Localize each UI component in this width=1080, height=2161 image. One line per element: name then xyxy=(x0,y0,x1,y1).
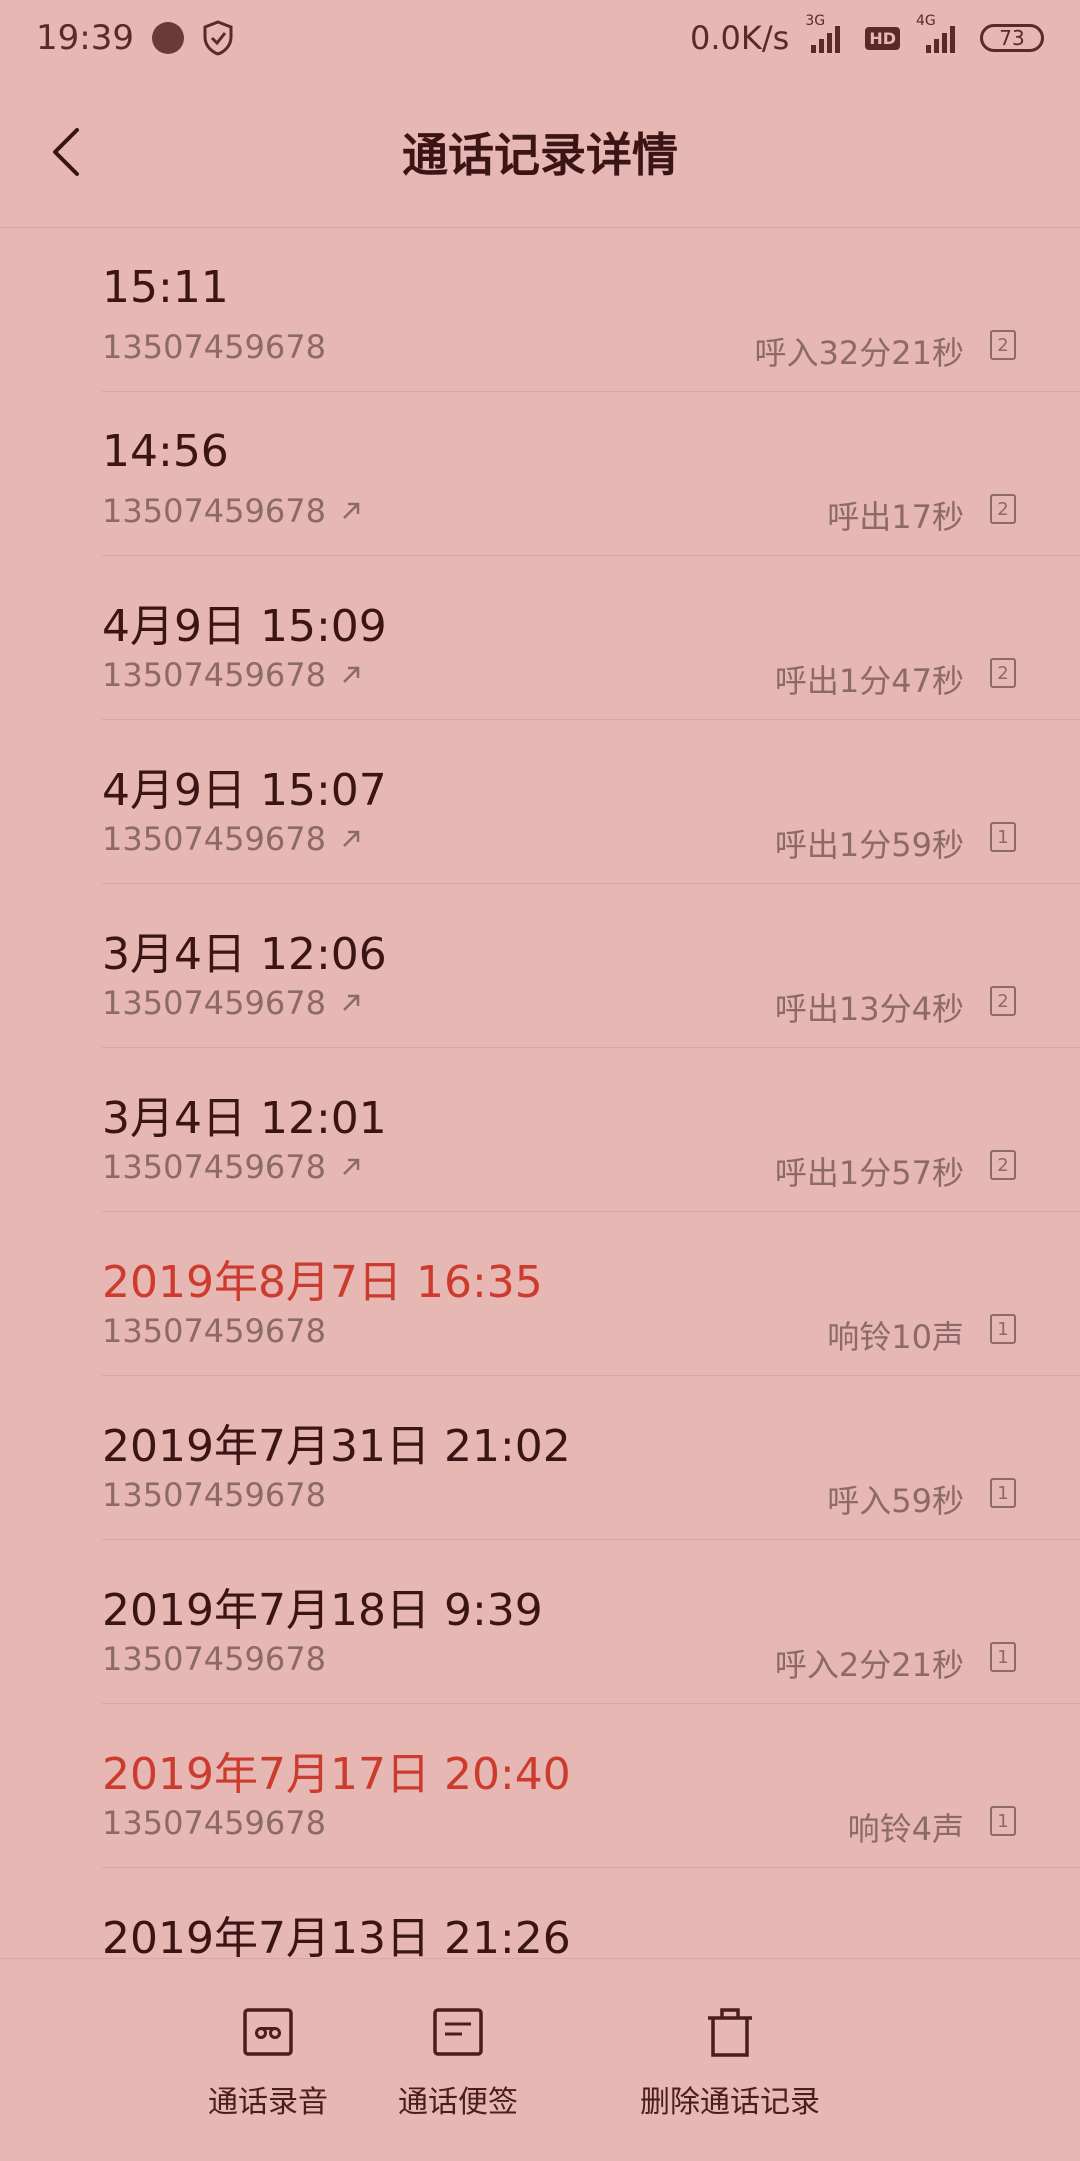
status-bar: 19:39 0.0K/s 3G HD 4G 73 xyxy=(0,0,1080,76)
battery-indicator: 73 xyxy=(980,24,1044,52)
outgoing-arrow-icon xyxy=(340,820,362,858)
phone-number: 13507459678 xyxy=(102,1148,326,1186)
call-detail: 呼入32分21秒 xyxy=(754,334,964,372)
phone-number: 13507459678 xyxy=(102,1476,326,1514)
hd-badge: HD xyxy=(865,26,900,50)
net-type-label: 4G xyxy=(916,13,936,29)
status-time: 19:39 xyxy=(36,18,134,58)
sim-card-icon: 2 xyxy=(990,1150,1016,1180)
call-datetime: 2019年7月17日 20:40 xyxy=(102,1749,571,1800)
call-datetime: 14:56 xyxy=(102,426,229,477)
call-detail: 呼入2分21秒 xyxy=(774,1646,964,1684)
call-log-row[interactable]: 2019年7月13日 21:26 xyxy=(102,1868,1080,1958)
sim-card-icon: 1 xyxy=(990,822,1016,852)
sim-card-icon: 1 xyxy=(990,1642,1016,1672)
call-log-row[interactable]: 14:56 13507459678 呼出17秒 2 xyxy=(102,392,1080,556)
bottom-action-bar: 通话录音 通话便签 删除通话记录 xyxy=(0,1958,1080,2160)
call-log-row[interactable]: 3月4日 12:06 13507459678 呼出13分4秒 2 xyxy=(102,884,1080,1048)
status-left: 19:39 xyxy=(36,18,234,58)
call-datetime: 3月4日 12:06 xyxy=(102,929,387,980)
call-log-row[interactable]: 2019年7月18日 9:39 13507459678 呼入2分21秒 1 xyxy=(102,1540,1080,1704)
call-detail: 呼出1分59秒 xyxy=(774,826,964,864)
call-datetime: 3月4日 12:01 xyxy=(102,1093,387,1144)
sim-card-icon: 1 xyxy=(990,1478,1016,1508)
signal-4g-icon: 4G xyxy=(916,13,962,53)
call-number-wrap: 13507459678 xyxy=(102,820,362,858)
call-log-list: 15:11 13507459678 呼入32分21秒 2 14:56 1350745967… xyxy=(0,228,1080,1958)
action-label: 删除通话记录 xyxy=(640,2085,820,2120)
call-number-wrap: 13507459678 xyxy=(102,1148,362,1186)
phone-number: 13507459678 xyxy=(102,656,326,694)
phone-number: 13507459678 xyxy=(102,1312,326,1350)
sim-card-icon: 2 xyxy=(990,494,1016,524)
trash-icon xyxy=(704,2005,756,2059)
call-number-wrap: 13507459678 xyxy=(102,1476,326,1514)
sim-card-icon: 2 xyxy=(990,986,1016,1016)
sim-card-icon: 1 xyxy=(990,1314,1016,1344)
shield-icon xyxy=(202,20,234,56)
sim-card-icon: 2 xyxy=(990,658,1016,688)
call-number-wrap: 13507459678 xyxy=(102,328,326,366)
phone-number: 13507459678 xyxy=(102,328,326,366)
call-datetime: 2019年7月31日 21:02 xyxy=(102,1421,571,1472)
net-type-label: 3G xyxy=(805,13,826,29)
call-datetime: 2019年7月18日 9:39 xyxy=(102,1585,543,1636)
outgoing-arrow-icon xyxy=(340,1148,362,1186)
phone-number: 13507459678 xyxy=(102,1804,326,1842)
header: 通话记录详情 xyxy=(0,76,1080,228)
call-number-wrap: 13507459678 xyxy=(102,492,362,530)
call-number-wrap: 13507459678 xyxy=(102,1312,326,1350)
call-datetime: 2019年8月7日 16:35 xyxy=(102,1257,543,1308)
recording-icon xyxy=(242,2005,294,2059)
call-note-button[interactable]: 通话便签 xyxy=(378,1959,538,2161)
signal-3g-icon: 3G xyxy=(805,13,847,53)
call-log-row[interactable]: 4月9日 15:09 13507459678 呼出1分47秒 2 xyxy=(102,556,1080,720)
app-notification-icon xyxy=(151,22,184,54)
call-detail: 响铃10声 xyxy=(827,1318,964,1356)
call-detail: 响铃4声 xyxy=(847,1810,964,1848)
call-detail: 呼出13分4秒 xyxy=(774,990,964,1028)
call-log-row[interactable]: 2019年7月31日 21:02 13507459678 呼入59秒 1 xyxy=(102,1376,1080,1540)
phone-number: 13507459678 xyxy=(102,984,326,1022)
action-label: 通话录音 xyxy=(208,2085,328,2120)
call-log-row[interactable]: 3月4日 12:01 13507459678 呼出1分57秒 2 xyxy=(102,1048,1080,1212)
note-icon xyxy=(432,2005,484,2059)
call-detail: 呼出1分57秒 xyxy=(774,1154,964,1192)
outgoing-arrow-icon xyxy=(340,656,362,694)
sim-card-icon: 1 xyxy=(990,1806,1016,1836)
sim-card-icon: 2 xyxy=(990,330,1016,360)
call-number-wrap: 13507459678 xyxy=(102,1640,326,1678)
call-log-row[interactable]: 15:11 13507459678 呼入32分21秒 2 xyxy=(102,228,1080,392)
call-datetime: 4月9日 15:07 xyxy=(102,765,387,816)
delete-call-log-button[interactable]: 删除通话记录 xyxy=(620,1959,840,2161)
outgoing-arrow-icon xyxy=(340,984,362,1022)
action-label: 通话便签 xyxy=(398,2085,518,2120)
call-detail: 呼出17秒 xyxy=(827,498,964,536)
call-datetime: 2019年7月13日 21:26 xyxy=(102,1913,571,1958)
call-number-wrap: 13507459678 xyxy=(102,656,362,694)
call-detail: 呼入59秒 xyxy=(827,1482,964,1520)
call-number-wrap: 13507459678 xyxy=(102,1804,326,1842)
network-speed: 0.0K/s xyxy=(690,19,790,57)
call-log-row[interactable]: 2019年7月17日 20:40 13507459678 响铃4声 1 xyxy=(102,1704,1080,1868)
call-log-row[interactable]: 4月9日 15:07 13507459678 呼出1分59秒 1 xyxy=(102,720,1080,884)
call-datetime: 15:11 xyxy=(102,262,229,313)
call-log-row[interactable]: 2019年8月7日 16:35 13507459678 响铃10声 1 xyxy=(102,1212,1080,1376)
phone-number: 13507459678 xyxy=(102,1640,326,1678)
outgoing-arrow-icon xyxy=(340,492,362,530)
page-title: 通话记录详情 xyxy=(402,128,678,182)
call-number-wrap: 13507459678 xyxy=(102,984,362,1022)
call-detail: 呼出1分47秒 xyxy=(774,662,964,700)
call-recording-button[interactable]: 通话录音 xyxy=(188,1959,348,2161)
call-datetime: 4月9日 15:09 xyxy=(102,601,387,652)
phone-number: 13507459678 xyxy=(102,492,326,530)
phone-number: 13507459678 xyxy=(102,820,326,858)
status-right: 0.0K/s 3G HD 4G 73 xyxy=(690,13,1044,57)
